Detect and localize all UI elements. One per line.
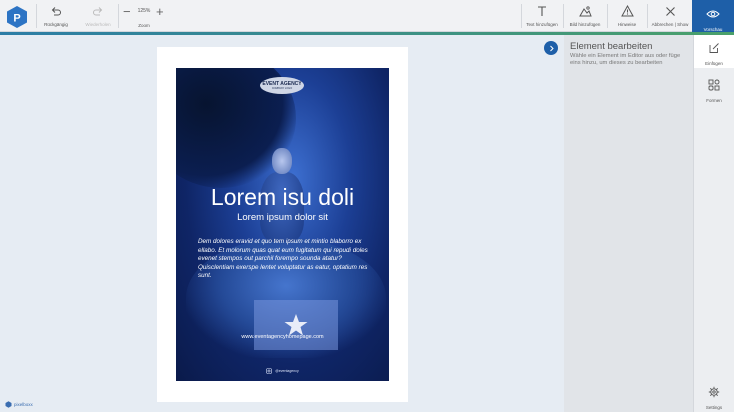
add-text-label: Text hinzufügen	[526, 22, 558, 27]
add-text-button[interactable]: Text hinzufügen	[523, 3, 561, 30]
sidebar-item-label: Einfügen	[705, 61, 723, 66]
redo-label: Wiederholen	[85, 22, 111, 27]
flyer-url[interactable]: www.eventagencyhomepage.com	[176, 334, 389, 340]
svg-text:P: P	[13, 13, 20, 25]
panel-toggle-button[interactable]	[544, 41, 558, 55]
shapes-icon	[708, 78, 720, 96]
app-logo-icon[interactable]: P	[5, 5, 29, 29]
cancel-label: Abbrechen | Show	[651, 22, 689, 27]
zoom-control: − 125% + Zoom	[120, 3, 168, 30]
edit-panel	[564, 35, 693, 412]
add-image-button[interactable]: Bild hinzufügen	[565, 3, 605, 30]
top-toolbar: P Rückgängig Wiederholen − 125% + Zoom T…	[0, 0, 734, 32]
close-icon	[665, 3, 676, 19]
brand-name: pixelboxx	[14, 402, 33, 407]
flyer-body-text[interactable]: Dem dolores eravid et quo tem ipsum et m…	[198, 238, 370, 281]
undo-label: Rückgängig	[44, 22, 68, 27]
toolbar-divider	[563, 4, 564, 28]
redo-icon	[92, 3, 104, 19]
panel-description: Wähle ein Element im Editor aus oder füg…	[570, 53, 681, 66]
brand-logo-icon	[5, 401, 12, 408]
edit-icon	[708, 41, 720, 59]
warning-icon	[620, 3, 634, 19]
undo-icon	[50, 3, 62, 19]
instagram-icon	[266, 368, 273, 374]
dancer-head	[272, 148, 292, 174]
toolbar-divider	[521, 4, 522, 28]
flyer-headline[interactable]: Lorem isu doli	[176, 184, 389, 211]
chevron-right-icon	[549, 45, 554, 51]
gear-icon	[708, 385, 720, 403]
image-placeholder[interactable]	[254, 300, 338, 350]
sidebar-item-label: Formen	[706, 98, 722, 103]
undo-button[interactable]: Rückgängig	[42, 3, 70, 30]
toolbar-divider	[607, 4, 608, 28]
image-icon	[578, 3, 592, 19]
agency-logo[interactable]: EVENT AGENCY COMPANY LOGO	[260, 77, 304, 94]
right-sidebar: Einfügen Formen Settings	[693, 35, 734, 412]
zoom-label: Zoom	[138, 23, 150, 28]
add-image-label: Bild hinzufügen	[569, 22, 601, 27]
eye-icon	[706, 6, 720, 24]
settings-button[interactable]: Settings	[694, 379, 734, 412]
cancel-button[interactable]: Abbrechen | Show	[649, 3, 691, 30]
settings-label: Settings	[705, 405, 723, 410]
zoom-in-button[interactable]: +	[156, 5, 164, 18]
toolbar-divider	[118, 4, 119, 28]
sidebar-item-insert[interactable]: Einfügen	[694, 35, 734, 68]
social-handle-row[interactable]: @eventagency	[176, 368, 389, 374]
text-icon	[536, 3, 548, 19]
notes-label: Hinweise	[617, 22, 637, 27]
panel-title: Element bearbeiten	[570, 41, 653, 52]
zoom-value: 125%	[137, 8, 151, 14]
social-handle: @eventagency	[275, 369, 299, 373]
flyer-subheadline[interactable]: Lorem ipsum dolor sit	[176, 212, 389, 223]
toolbar-divider	[36, 4, 37, 28]
zoom-out-button[interactable]: −	[123, 5, 131, 18]
preview-button[interactable]: Vorschau	[692, 0, 734, 32]
agency-tagline: COMPANY LOGO	[271, 86, 293, 90]
notes-button[interactable]: Hinweise	[609, 3, 645, 30]
brand-footer: pixelboxx	[5, 401, 33, 408]
toolbar-divider	[647, 4, 648, 28]
flyer-design[interactable]: EVENT AGENCY COMPANY LOGO Lorem isu doli…	[176, 68, 389, 381]
sidebar-item-shapes[interactable]: Formen	[694, 72, 734, 105]
redo-button[interactable]: Wiederholen	[82, 3, 114, 30]
